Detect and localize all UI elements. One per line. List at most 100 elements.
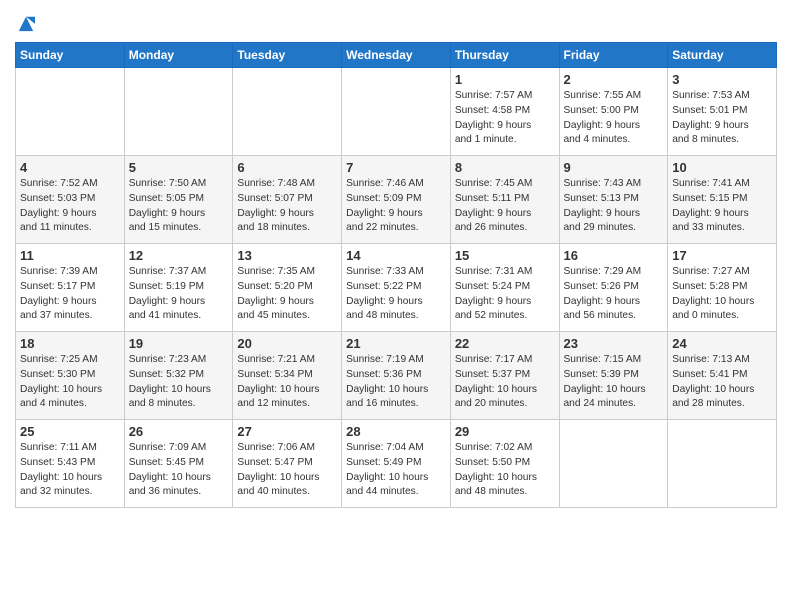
calendar-week-3: 11 Sunrise: 7:39 AM Sunset: 5:17 PM Dayli…: [16, 244, 777, 332]
day-info: Sunrise: 7:19 AM Sunset: 5:36 PM Dayligh…: [346, 353, 446, 412]
weekday-header-monday: Monday: [124, 43, 233, 68]
calendar-cell: 23 Sunrise: 7:15 AM Sunset: 5:39 PM Dayli…: [559, 332, 668, 420]
logo: [15, 14, 35, 36]
weekday-header-wednesday: Wednesday: [342, 43, 451, 68]
day-number: 15: [455, 248, 555, 263]
calendar-cell: 12Sunrise: 7:37 AM Sunset: 5:19 PM Dayli…: [124, 244, 233, 332]
weekday-header-tuesday: Tuesday: [233, 43, 342, 68]
day-info: Sunrise: 7:35 AM Sunset: 5:20 PM Dayligh…: [237, 265, 337, 324]
day-number: 25: [20, 424, 120, 439]
calendar-cell: 4Sunrise: 7:52 AM Sunset: 5:03 PM Daylig…: [16, 156, 125, 244]
day-info: Sunrise: 7:06 AM Sunset: 5:47 PM Dayligh…: [237, 441, 337, 500]
day-number: 28: [346, 424, 446, 439]
day-number: 7: [346, 160, 446, 175]
day-number: 27: [237, 424, 337, 439]
calendar-cell: 24Sunrise: 7:13 AM Sunset: 5:41 PM Dayli…: [668, 332, 777, 420]
calendar-cell: 2Sunrise: 7:55 AM Sunset: 5:00 PM Daylig…: [559, 68, 668, 156]
day-number: 11: [20, 248, 120, 263]
calendar-cell: 18 Sunrise: 7:25 AM Sunset: 5:30 PM Dayli…: [16, 332, 125, 420]
weekday-header-saturday: Saturday: [668, 43, 777, 68]
day-info: Sunrise: 7:57 AM Sunset: 4:58 PM Dayligh…: [455, 89, 555, 148]
weekday-header-sunday: Sunday: [16, 43, 125, 68]
calendar-week-1: 1Sunrise: 7:57 AM Sunset: 4:58 PM Daylig…: [16, 68, 777, 156]
day-number: 13: [237, 248, 337, 263]
day-info: Sunrise: 7:46 AM Sunset: 5:09 PM Dayligh…: [346, 177, 446, 236]
day-number: 10: [672, 160, 772, 175]
day-number: 16: [564, 248, 664, 263]
calendar-cell: [559, 420, 668, 508]
calendar-cell: 17 Sunrise: 7:27 AM Sunset: 5:28 PM Dayli…: [668, 244, 777, 332]
calendar-cell: 22 Sunrise: 7:17 AM Sunset: 5:37 PM Dayli…: [450, 332, 559, 420]
calendar-cell: 19 Sunrise: 7:23 AM Sunset: 5:32 PM Dayli…: [124, 332, 233, 420]
day-number: 6: [237, 160, 337, 175]
calendar-cell: [342, 68, 451, 156]
day-info: Sunrise: 7:55 AM Sunset: 5:00 PM Dayligh…: [564, 89, 664, 148]
calendar-cell: 13 Sunrise: 7:35 AM Sunset: 5:20 PM Dayli…: [233, 244, 342, 332]
calendar-week-5: 25 Sunrise: 7:11 AM Sunset: 5:43 PM Dayli…: [16, 420, 777, 508]
calendar-cell: 6Sunrise: 7:48 AM Sunset: 5:07 PM Daylig…: [233, 156, 342, 244]
day-info: Sunrise: 7:43 AM Sunset: 5:13 PM Dayligh…: [564, 177, 664, 236]
calendar-cell: 11 Sunrise: 7:39 AM Sunset: 5:17 PM Dayli…: [16, 244, 125, 332]
day-number: 5: [129, 160, 229, 175]
day-info: Sunrise: 7:52 AM Sunset: 5:03 PM Dayligh…: [20, 177, 120, 236]
day-info: Sunrise: 7:37 AM Sunset: 5:19 PM Dayligh…: [129, 265, 229, 324]
calendar-cell: 21 Sunrise: 7:19 AM Sunset: 5:36 PM Dayli…: [342, 332, 451, 420]
weekday-header-friday: Friday: [559, 43, 668, 68]
day-info: Sunrise: 7:11 AM Sunset: 5:43 PM Dayligh…: [20, 441, 120, 500]
day-info: Sunrise: 7:17 AM Sunset: 5:37 PM Dayligh…: [455, 353, 555, 412]
day-number: 14: [346, 248, 446, 263]
day-info: Sunrise: 7:50 AM Sunset: 5:05 PM Dayligh…: [129, 177, 229, 236]
day-info: Sunrise: 7:45 AM Sunset: 5:11 PM Dayligh…: [455, 177, 555, 236]
weekday-header-row: SundayMondayTuesdayWednesdayThursdayFrid…: [16, 43, 777, 68]
day-info: Sunrise: 7:04 AM Sunset: 5:49 PM Dayligh…: [346, 441, 446, 500]
calendar-cell: 27 Sunrise: 7:06 AM Sunset: 5:47 PM Dayli…: [233, 420, 342, 508]
day-number: 3: [672, 72, 772, 87]
day-info: Sunrise: 7:15 AM Sunset: 5:39 PM Dayligh…: [564, 353, 664, 412]
day-info: Sunrise: 7:09 AM Sunset: 5:45 PM Dayligh…: [129, 441, 229, 500]
day-number: 17: [672, 248, 772, 263]
day-number: 9: [564, 160, 664, 175]
day-info: Sunrise: 7:29 AM Sunset: 5:26 PM Dayligh…: [564, 265, 664, 324]
calendar-cell: 28 Sunrise: 7:04 AM Sunset: 5:49 PM Dayli…: [342, 420, 451, 508]
weekday-header-thursday: Thursday: [450, 43, 559, 68]
day-number: 22: [455, 336, 555, 351]
calendar-cell: 14 Sunrise: 7:33 AM Sunset: 5:22 PM Dayli…: [342, 244, 451, 332]
calendar-cell: 16 Sunrise: 7:29 AM Sunset: 5:26 PM Dayli…: [559, 244, 668, 332]
calendar-cell: 15Sunrise: 7:31 AM Sunset: 5:24 PM Dayli…: [450, 244, 559, 332]
calendar-cell: 26 Sunrise: 7:09 AM Sunset: 5:45 PM Dayli…: [124, 420, 233, 508]
calendar-cell: 5 Sunrise: 7:50 AM Sunset: 5:05 PM Daylig…: [124, 156, 233, 244]
day-number: 23: [564, 336, 664, 351]
day-info: Sunrise: 7:53 AM Sunset: 5:01 PM Dayligh…: [672, 89, 772, 148]
day-number: 21: [346, 336, 446, 351]
day-info: Sunrise: 7:27 AM Sunset: 5:28 PM Dayligh…: [672, 265, 772, 324]
day-info: Sunrise: 7:13 AM Sunset: 5:41 PM Dayligh…: [672, 353, 772, 412]
calendar-container: SundayMondayTuesdayWednesdayThursdayFrid…: [0, 0, 792, 518]
calendar-cell: 10Sunrise: 7:41 AM Sunset: 5:15 PM Dayli…: [668, 156, 777, 244]
day-info: Sunrise: 7:39 AM Sunset: 5:17 PM Dayligh…: [20, 265, 120, 324]
day-number: 26: [129, 424, 229, 439]
calendar-cell: 7 Sunrise: 7:46 AM Sunset: 5:09 PM Daylig…: [342, 156, 451, 244]
calendar-cell: [233, 68, 342, 156]
day-info: Sunrise: 7:02 AM Sunset: 5:50 PM Dayligh…: [455, 441, 555, 500]
calendar-cell: 29 Sunrise: 7:02 AM Sunset: 5:50 PM Dayli…: [450, 420, 559, 508]
calendar-cell: 20Sunrise: 7:21 AM Sunset: 5:34 PM Dayli…: [233, 332, 342, 420]
calendar-thead: SundayMondayTuesdayWednesdayThursdayFrid…: [16, 43, 777, 68]
calendar-cell: [668, 420, 777, 508]
calendar-week-2: 4Sunrise: 7:52 AM Sunset: 5:03 PM Daylig…: [16, 156, 777, 244]
calendar-cell: 8 Sunrise: 7:45 AM Sunset: 5:11 PM Daylig…: [450, 156, 559, 244]
calendar-body: 1Sunrise: 7:57 AM Sunset: 4:58 PM Daylig…: [16, 68, 777, 508]
calendar-cell: [16, 68, 125, 156]
day-number: 29: [455, 424, 555, 439]
calendar-cell: 1Sunrise: 7:57 AM Sunset: 4:58 PM Daylig…: [450, 68, 559, 156]
day-number: 19: [129, 336, 229, 351]
day-info: Sunrise: 7:23 AM Sunset: 5:32 PM Dayligh…: [129, 353, 229, 412]
calendar-table: SundayMondayTuesdayWednesdayThursdayFrid…: [15, 42, 777, 508]
calendar-cell: 9 Sunrise: 7:43 AM Sunset: 5:13 PM Daylig…: [559, 156, 668, 244]
calendar-header: [15, 10, 777, 36]
day-info: Sunrise: 7:25 AM Sunset: 5:30 PM Dayligh…: [20, 353, 120, 412]
day-info: Sunrise: 7:21 AM Sunset: 5:34 PM Dayligh…: [237, 353, 337, 412]
day-number: 18: [20, 336, 120, 351]
day-number: 8: [455, 160, 555, 175]
day-info: Sunrise: 7:33 AM Sunset: 5:22 PM Dayligh…: [346, 265, 446, 324]
calendar-cell: [124, 68, 233, 156]
